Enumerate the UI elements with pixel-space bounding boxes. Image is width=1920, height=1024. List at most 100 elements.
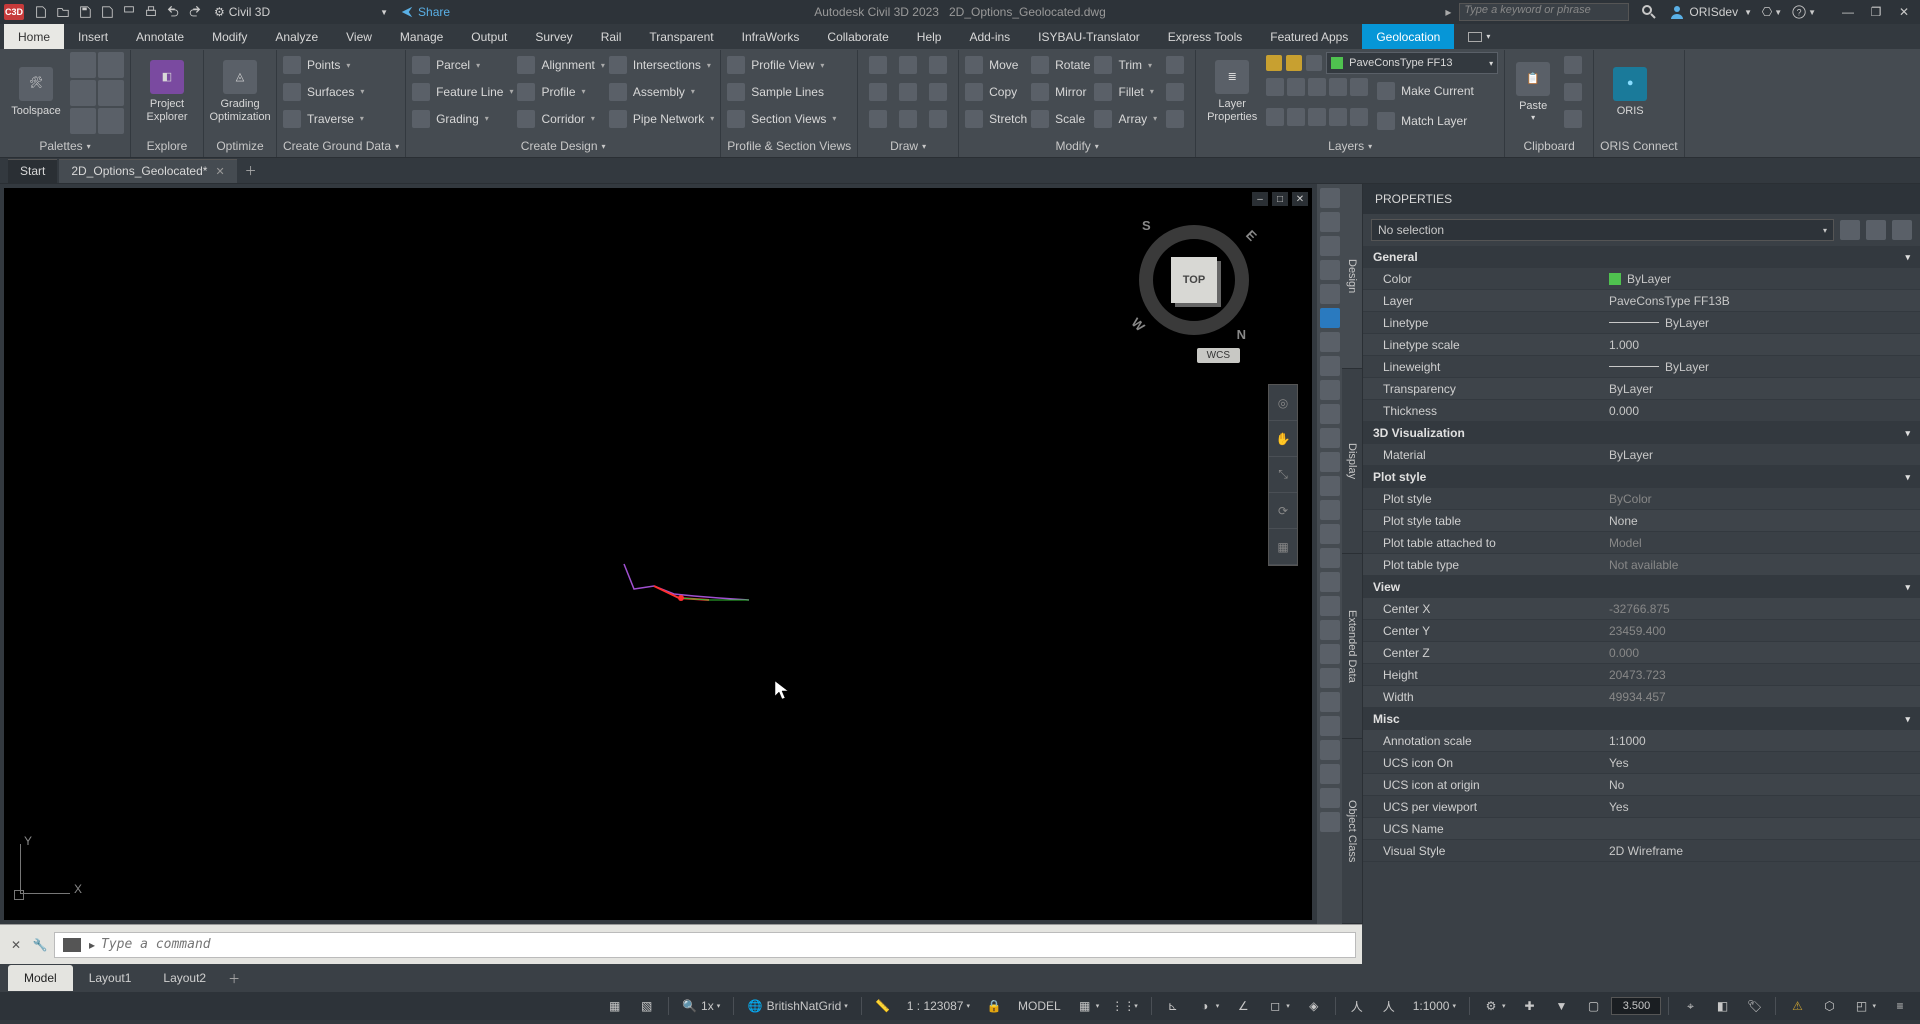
prop-plottable[interactable]: Plot style tableNone <box>1363 510 1920 532</box>
sb-clean-icon[interactable]: ◰▾ <box>1847 995 1882 1017</box>
profileview-button[interactable]: Profile View▾ <box>727 52 836 78</box>
search-icon[interactable] <box>1637 2 1661 22</box>
side-tool-18[interactable] <box>1320 596 1340 616</box>
viewport-maximize-icon[interactable]: □ <box>1272 192 1288 206</box>
tab-analyze[interactable]: Analyze <box>261 24 332 49</box>
hatch-icon[interactable] <box>924 106 952 132</box>
tab-collaborate[interactable]: Collaborate <box>813 24 902 49</box>
side-tool-9[interactable] <box>1320 380 1340 400</box>
sb-warn-icon[interactable]: ⚠ <box>1783 995 1811 1017</box>
sb-coordsys[interactable]: 🌐 BritishNatGrid▾ <box>741 995 854 1017</box>
tab-view[interactable]: View <box>332 24 386 49</box>
poly-icon[interactable] <box>894 106 922 132</box>
parcel-button[interactable]: Parcel▾ <box>412 52 513 78</box>
palette-icon-5[interactable] <box>70 108 96 134</box>
command-input[interactable] <box>101 937 1347 952</box>
layer-toggle-3[interactable] <box>1306 55 1322 71</box>
side-tool-12[interactable] <box>1320 452 1340 472</box>
side-tool-3[interactable] <box>1320 236 1340 256</box>
prop-linetype[interactable]: LinetypeByLayer <box>1363 312 1920 334</box>
cut-icon[interactable] <box>1559 52 1587 78</box>
pipenetwork-button[interactable]: Pipe Network▾ <box>609 106 714 132</box>
nav-orbit-icon[interactable]: ⟳ <box>1269 493 1297 529</box>
close-icon[interactable]: ✕ <box>1892 2 1916 22</box>
layer-tool-2[interactable] <box>1287 78 1305 96</box>
palette-icon-2[interactable] <box>98 52 124 78</box>
side-tool-1[interactable] <box>1320 188 1340 208</box>
vtab-design[interactable]: Design <box>1342 184 1362 369</box>
sb-lock2-icon[interactable]: 🏷 <box>1740 995 1768 1017</box>
section-3dviz[interactable]: 3D Visualization▾ <box>1363 422 1920 444</box>
points-button[interactable]: Points▾ <box>283 52 364 78</box>
undo-icon[interactable] <box>162 1 184 23</box>
layout-tab-model[interactable]: Model <box>8 965 73 991</box>
surfaces-button[interactable]: Surfaces▾ <box>283 79 364 105</box>
prop-color[interactable]: ColorByLayer <box>1363 268 1920 290</box>
side-tool-6[interactable] <box>1320 308 1340 328</box>
prop-material[interactable]: MaterialByLayer <box>1363 444 1920 466</box>
tab-isybau[interactable]: ISYBAU-Translator <box>1024 24 1154 49</box>
side-tool-15[interactable] <box>1320 524 1340 544</box>
sb-annomonitor-icon[interactable]: 人 <box>1343 995 1371 1017</box>
file-tab-add[interactable]: ＋ <box>239 159 263 183</box>
palette-icon-6[interactable] <box>98 108 124 134</box>
grading-opt-button[interactable]: ◬Grading Optimization <box>210 52 270 132</box>
line-icon[interactable] <box>864 52 892 78</box>
side-tool-26[interactable] <box>1320 788 1340 808</box>
intersections-button[interactable]: Intersections▾ <box>609 52 714 78</box>
sb-grid2-icon[interactable]: ▦▾ <box>1071 995 1106 1017</box>
prop-ucsicon[interactable]: UCS icon OnYes <box>1363 752 1920 774</box>
grading-button[interactable]: Grading▾ <box>412 106 513 132</box>
profile-button[interactable]: Profile▾ <box>517 79 604 105</box>
panel-title-palettes[interactable]: Palettes▾ <box>6 135 124 157</box>
side-tool-2[interactable] <box>1320 212 1340 232</box>
nav-pan-icon[interactable]: ✋ <box>1269 421 1297 457</box>
project-explorer-button[interactable]: ◧Project Explorer <box>137 52 197 132</box>
viewcube[interactable]: S N E W TOP <box>1134 220 1254 340</box>
explode-icon[interactable] <box>1161 79 1189 105</box>
section-misc[interactable]: Misc▾ <box>1363 708 1920 730</box>
panel-title-clipboard[interactable]: Clipboard <box>1511 135 1587 157</box>
copy-clip-icon[interactable] <box>1559 79 1587 105</box>
tab-insert[interactable]: Insert <box>64 24 122 49</box>
sb-scale-icon[interactable]: 📏 <box>869 995 897 1017</box>
tab-geolocation[interactable]: Geolocation <box>1362 24 1454 49</box>
sb-osnap-icon[interactable]: ◻▾ <box>1261 995 1296 1017</box>
sb-units-icon[interactable]: ⌖ <box>1676 995 1704 1017</box>
sb-annoscale-icon[interactable]: 人 <box>1375 995 1403 1017</box>
search-input[interactable]: Type a keyword or phrase <box>1459 3 1629 21</box>
sb-cross-icon[interactable]: ✚ <box>1515 995 1543 1017</box>
sb-polar-icon[interactable]: ∠ <box>1229 995 1257 1017</box>
search-arrow-icon[interactable]: ▸ <box>1445 5 1451 19</box>
plot-icon[interactable] <box>118 1 140 23</box>
arc-icon[interactable] <box>894 52 922 78</box>
save-icon[interactable] <box>74 1 96 23</box>
array-button[interactable]: Array▾ <box>1094 106 1157 132</box>
prop-ucsorigin[interactable]: UCS icon at originNo <box>1363 774 1920 796</box>
stretch-button[interactable]: Stretch <box>965 106 1027 132</box>
side-tool-16[interactable] <box>1320 548 1340 568</box>
layer-toggle-2[interactable] <box>1286 55 1302 71</box>
circle-icon[interactable] <box>864 79 892 105</box>
sb-zoom[interactable]: 🔍 1x▾ <box>676 995 727 1017</box>
autodesk-app-icon[interactable]: ⎔▼ <box>1760 2 1784 22</box>
selection-combo[interactable]: No selection▾ <box>1371 219 1834 241</box>
tab-home[interactable]: Home <box>4 24 64 49</box>
sb-space[interactable]: MODEL <box>1012 995 1067 1017</box>
prop-height[interactable]: Height20473.723 <box>1363 664 1920 686</box>
prop-width[interactable]: Width49934.457 <box>1363 686 1920 708</box>
prop-thickness[interactable]: Thickness0.000 <box>1363 400 1920 422</box>
ellipse-icon[interactable] <box>924 79 952 105</box>
layer-tool-6[interactable] <box>1266 108 1284 126</box>
make-current-button[interactable]: Make Current <box>1377 78 1474 104</box>
pick-add-icon[interactable] <box>1892 220 1912 240</box>
layer-toggle-1[interactable] <box>1266 55 1282 71</box>
tab-help[interactable]: Help <box>903 24 956 49</box>
prop-centery[interactable]: Center Y23459.400 <box>1363 620 1920 642</box>
side-tool-7[interactable] <box>1320 332 1340 352</box>
layer-tool-8[interactable] <box>1308 108 1326 126</box>
palette-icon-4[interactable] <box>98 80 124 106</box>
toolspace-button[interactable]: 🛠Toolspace <box>6 52 66 132</box>
tab-output[interactable]: Output <box>457 24 521 49</box>
panel-title-explore[interactable]: Explore <box>137 135 197 157</box>
